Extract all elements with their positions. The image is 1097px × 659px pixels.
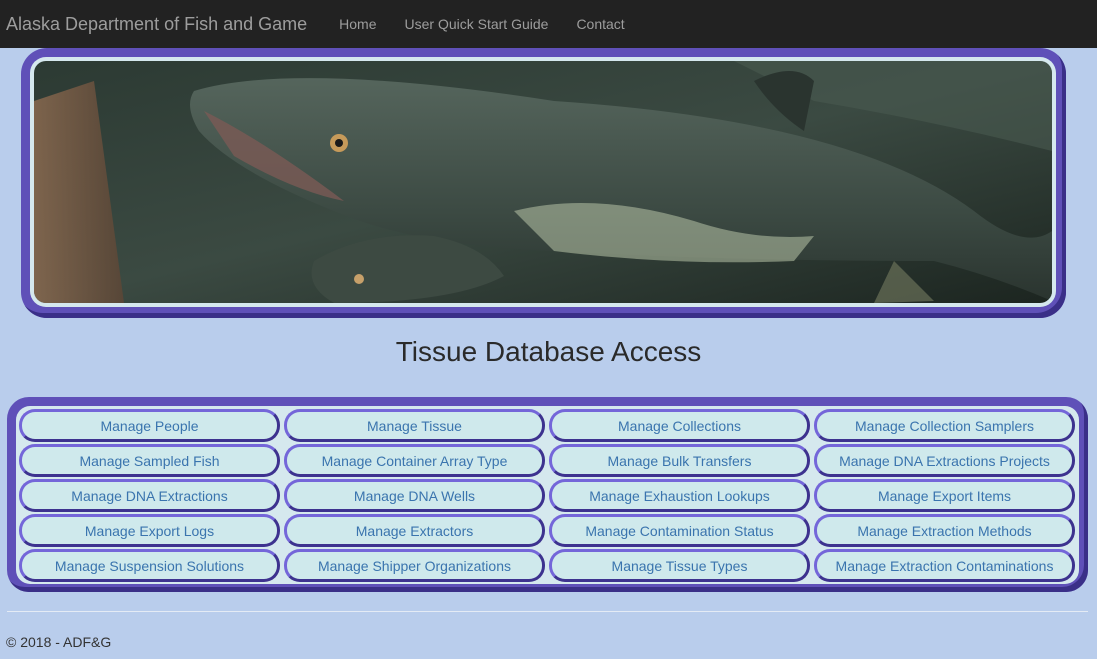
manage-extraction-contaminations-button[interactable]: Manage Extraction Contaminations [814, 549, 1075, 582]
manage-people-button[interactable]: Manage People [19, 409, 280, 442]
manage-sampled-fish-button[interactable]: Manage Sampled Fish [19, 444, 280, 477]
manage-bulk-transfers-button[interactable]: Manage Bulk Transfers [549, 444, 810, 477]
salmon-photo [34, 61, 1052, 303]
salmon-image [34, 61, 1052, 303]
nav-link-contact[interactable]: Contact [562, 16, 638, 32]
page-title: Tissue Database Access [395, 336, 702, 367]
manage-container-array-type-button[interactable]: Manage Container Array Type [284, 444, 545, 477]
nav-link-user-guide[interactable]: User Quick Start Guide [391, 16, 563, 32]
manage-dna-extractions-projects-button[interactable]: Manage DNA Extractions Projects [814, 444, 1075, 477]
manage-export-items-button[interactable]: Manage Export Items [814, 479, 1075, 512]
manage-buttons-grid: Manage People Manage Tissue Manage Colle… [12, 409, 1078, 582]
manage-export-logs-button[interactable]: Manage Export Logs [19, 514, 280, 547]
manage-exhaustion-lookups-button[interactable]: Manage Exhaustion Lookups [549, 479, 810, 512]
manage-suspension-solutions-button[interactable]: Manage Suspension Solutions [19, 549, 280, 582]
manage-tissue-types-button[interactable]: Manage Tissue Types [549, 549, 810, 582]
manage-tissue-button[interactable]: Manage Tissue [284, 409, 545, 442]
brand-link[interactable]: Alaska Department of Fish and Game [6, 14, 307, 35]
manage-dna-extractions-button[interactable]: Manage DNA Extractions [19, 479, 280, 512]
manage-dna-wells-button[interactable]: Manage DNA Wells [284, 479, 545, 512]
manage-collection-samplers-button[interactable]: Manage Collection Samplers [814, 409, 1075, 442]
manage-collections-button[interactable]: Manage Collections [549, 409, 810, 442]
manage-extractors-button[interactable]: Manage Extractors [284, 514, 545, 547]
manage-shipper-organizations-button[interactable]: Manage Shipper Organizations [284, 549, 545, 582]
footer-divider [7, 611, 1088, 612]
hero-banner [21, 48, 1066, 318]
manage-extraction-methods-button[interactable]: Manage Extraction Methods [814, 514, 1075, 547]
top-navbar: Alaska Department of Fish and Game Home … [0, 0, 1097, 48]
footer-copyright: © 2018 - ADF&G [6, 634, 112, 650]
manage-contamination-status-button[interactable]: Manage Contamination Status [549, 514, 810, 547]
nav-link-home[interactable]: Home [325, 16, 390, 32]
